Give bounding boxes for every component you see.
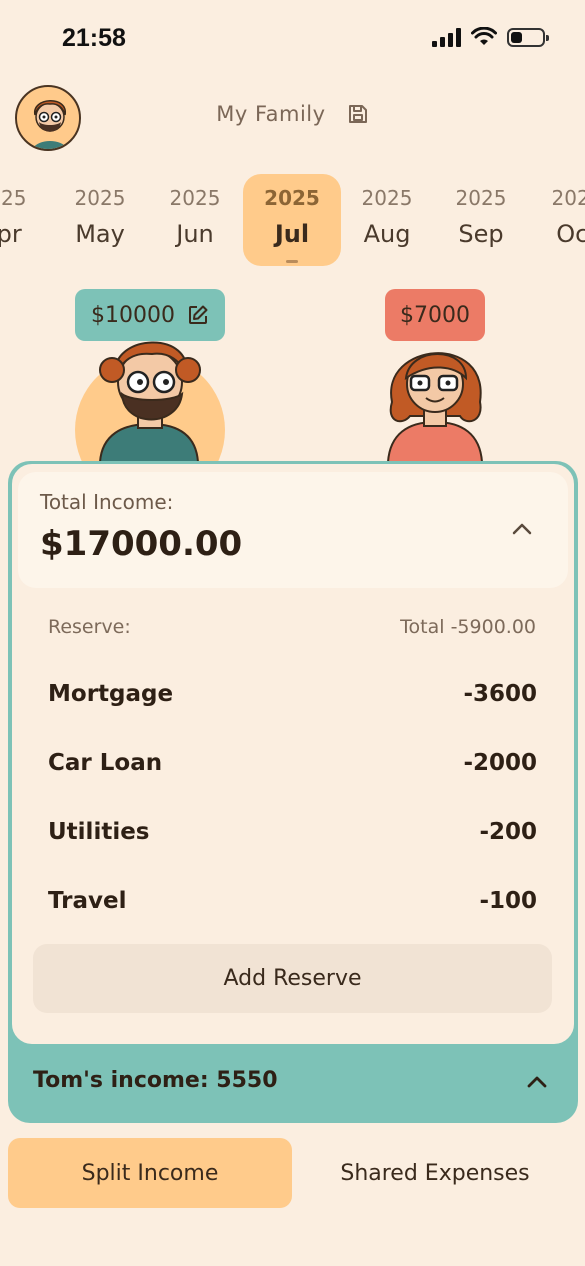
tom-illustration[interactable] — [72, 320, 232, 462]
tom-income-tag[interactable]: $10000 — [75, 289, 225, 341]
reserve-amount: -100 — [479, 888, 537, 914]
add-reserve-button[interactable]: Add Reserve — [33, 944, 552, 1013]
reserve-name: Travel — [48, 888, 127, 914]
partner-illustration[interactable] — [380, 322, 490, 462]
month-item[interactable]: 2025 Sep — [432, 174, 530, 266]
family-title-text: My Family — [216, 102, 326, 126]
total-income-label: Total Income: — [40, 490, 174, 514]
month-item[interactable]: 2025Apr — [0, 174, 50, 266]
save-icon[interactable] — [347, 103, 369, 130]
reserve-name: Mortgage — [48, 681, 174, 707]
tab-shared-expenses[interactable]: Shared Expenses — [300, 1138, 570, 1208]
reserve-name: Car Loan — [48, 750, 163, 776]
wifi-icon — [471, 27, 497, 45]
reserve-name: Utilities — [48, 819, 150, 845]
month-item[interactable]: 2025 Jun — [146, 174, 244, 266]
status-time: 21:58 — [62, 24, 126, 52]
month-selector[interactable]: 2025Apr 2025May 2025Jun 2025Jul 2025Aug … — [0, 174, 585, 266]
total-income-value: $17000.00 — [40, 524, 243, 564]
month-item-active[interactable]: 2025 Jul — [243, 174, 341, 266]
reserve-label: Reserve: — [48, 616, 131, 638]
status-icons — [432, 27, 549, 47]
reserve-amount: -200 — [479, 819, 537, 845]
reserve-row[interactable]: Mortgage -3600 — [48, 681, 537, 707]
month-item[interactable]: 2025 May — [51, 174, 149, 266]
signal-icon — [432, 27, 461, 47]
month-item[interactable]: 2025 Aug — [338, 174, 436, 266]
tom-amount: $10000 — [91, 302, 175, 328]
chevron-up-icon[interactable] — [511, 522, 533, 536]
tom-income-summary: Tom's income: 5550 — [33, 1068, 278, 1093]
partner-income-tag[interactable]: $7000 — [385, 289, 485, 341]
battery-icon — [507, 27, 549, 47]
reserve-amount: -3600 — [463, 681, 537, 707]
month-item[interactable]: 2025Oct — [528, 174, 585, 266]
reserve-row[interactable]: Travel -100 — [48, 888, 537, 914]
reserve-row[interactable]: Car Loan -2000 — [48, 750, 537, 776]
reserve-row[interactable]: Utilities -200 — [48, 819, 537, 845]
reserve-total: Total -5900.00 — [400, 616, 536, 638]
reserve-amount: -2000 — [463, 750, 537, 776]
tab-split-income[interactable]: Split Income — [8, 1138, 292, 1208]
family-title: My Family — [0, 102, 585, 130]
chevron-up-icon[interactable] — [526, 1075, 548, 1089]
edit-icon[interactable] — [187, 304, 209, 326]
partner-amount: $7000 — [400, 302, 470, 328]
